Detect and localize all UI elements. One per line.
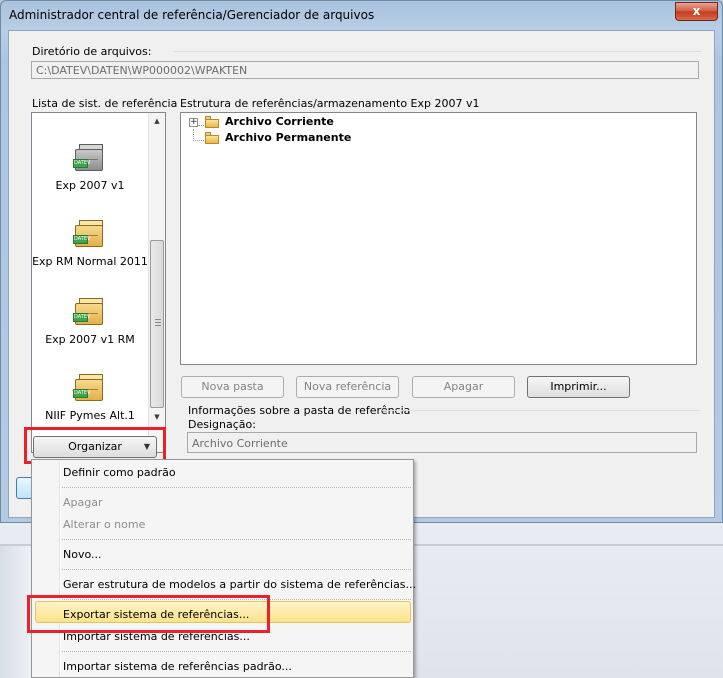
tree-line bbox=[198, 125, 204, 126]
designation-field[interactable]: Archivo Corriente bbox=[187, 432, 697, 453]
menu-item-delete[interactable]: Apagar bbox=[63, 496, 103, 509]
window-title: Administrador central de referência/Gere… bbox=[9, 8, 375, 22]
tree-node-archivo-permanente[interactable]: Archivo Permanente bbox=[225, 131, 351, 147]
expand-icon[interactable]: + bbox=[189, 118, 198, 127]
ref-list-label: Lista de sist. de referência bbox=[32, 97, 178, 110]
menu-item-import-default[interactable]: Importar sistema de referências padrão..… bbox=[63, 660, 292, 673]
gold-drawer-datev-icon: DATEV bbox=[73, 219, 107, 253]
new-folder-button[interactable]: Nova pasta bbox=[181, 376, 284, 398]
list-item[interactable]: DATEV Exp 2007 v1 RM bbox=[32, 297, 148, 346]
menu-separator bbox=[62, 569, 411, 570]
list-item[interactable]: DATEV Exp RM Normal 2011 bbox=[32, 219, 148, 268]
list-item[interactable]: DATEV NIIF Pymes Alt.1 bbox=[32, 373, 148, 422]
menu-item-new[interactable]: Novo... bbox=[63, 548, 102, 561]
structure-label: Estrutura de referências/armazenamento E… bbox=[180, 97, 480, 110]
directory-group-line bbox=[174, 51, 701, 52]
menu-item-set-default[interactable]: Definir como padrão bbox=[63, 466, 176, 479]
list-item-label: NIIF Pymes Alt.1 bbox=[45, 409, 135, 422]
scroll-down-icon[interactable]: ▼ bbox=[149, 409, 165, 426]
close-button[interactable]: x bbox=[675, 2, 718, 21]
info-group-label: Informações sobre a pasta de referência bbox=[188, 404, 411, 417]
menu-separator bbox=[62, 539, 411, 540]
designation-label: Designação: bbox=[188, 418, 256, 431]
tree-node-archivo-corriente[interactable]: Archivo Corriente bbox=[225, 115, 334, 131]
menu-item-generate-structure[interactable]: Gerar estrutura de modelos a partir do s… bbox=[63, 578, 416, 591]
gold-drawer-datev-icon: DATEV bbox=[73, 373, 107, 407]
title-bar[interactable]: Administrador central de referência/Gere… bbox=[1, 1, 722, 29]
print-button[interactable]: Imprimir... bbox=[527, 376, 630, 398]
new-reference-button[interactable]: Nova referência bbox=[296, 376, 399, 398]
reference-system-list[interactable]: DATEV Exp 2007 v1 DATEV Exp RM Normal 20… bbox=[31, 112, 166, 453]
list-scrollbar[interactable]: ▲ ▼ bbox=[148, 113, 165, 452]
menu-separator bbox=[62, 487, 411, 488]
highlight-box-export bbox=[27, 595, 270, 633]
folder-icon bbox=[205, 116, 221, 128]
tree-line bbox=[193, 140, 204, 141]
list-item-label: Exp 2007 v1 bbox=[55, 179, 125, 192]
list-item-label: Exp 2007 v1 RM bbox=[45, 333, 135, 346]
gray-drawer-datev-icon: DATEV bbox=[73, 143, 107, 177]
folder-icon bbox=[205, 132, 221, 144]
scroll-up-icon[interactable]: ▲ bbox=[149, 113, 165, 130]
menu-gutter bbox=[60, 462, 61, 677]
list-item[interactable]: DATEV Exp 2007 v1 bbox=[32, 143, 148, 192]
menu-item-rename[interactable]: Alterar o nome bbox=[63, 518, 145, 531]
organize-context-menu: Definir como padrão Apagar Alterar o nom… bbox=[31, 459, 416, 678]
directory-field[interactable]: C:\DATEV\DATEN\WP000002\WPAKTEN bbox=[31, 61, 699, 79]
list-item-label: Exp RM Normal 2011 bbox=[32, 255, 148, 268]
gold-drawer-datev-icon: DATEV bbox=[73, 297, 107, 331]
delete-button[interactable]: Apagar bbox=[412, 376, 515, 398]
scroll-thumb[interactable] bbox=[150, 240, 164, 408]
info-group-line bbox=[382, 410, 700, 411]
directory-label: Diretório de arquivos: bbox=[32, 45, 152, 58]
reference-structure-tree[interactable]: + Archivo Corriente Archivo Permanente bbox=[180, 112, 697, 365]
menu-separator bbox=[62, 651, 411, 652]
